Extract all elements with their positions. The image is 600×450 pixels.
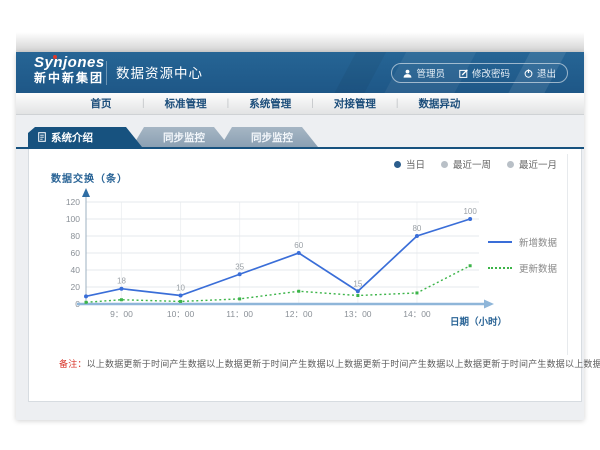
radio-last-week[interactable]: 最近一周 — [441, 157, 491, 171]
svg-text:10: 10 — [176, 284, 185, 293]
user-menu: 管理员 修改密码 退出 — [391, 63, 568, 83]
svg-text:35: 35 — [235, 262, 244, 271]
svg-text:100: 100 — [66, 214, 80, 224]
page-top-sheen — [16, 32, 584, 52]
nav-item-system-mgmt[interactable]: 系统管理 — [229, 96, 311, 111]
power-icon — [524, 69, 533, 78]
svg-text:日期（小时）: 日期（小时） — [450, 316, 507, 328]
legend-label: 更新数据 — [519, 261, 557, 275]
user-account-button[interactable]: 管理员 — [403, 66, 445, 80]
tab-label: 同步监控 — [163, 130, 205, 145]
radio-label: 当日 — [406, 157, 425, 171]
legend-label: 新增数据 — [519, 235, 557, 249]
change-password-button[interactable]: 修改密码 — [459, 66, 510, 80]
tab-label: 系统介绍 — [51, 130, 93, 145]
svg-text:20: 20 — [71, 282, 81, 292]
line-chart: 0204060801001209：0010：0011：0012：0013：001… — [31, 186, 513, 338]
y-axis-title: 数据交换（条） — [51, 170, 128, 185]
tab-sync-monitor-1[interactable]: 同步监控 — [132, 127, 230, 147]
svg-text:60: 60 — [294, 241, 303, 250]
svg-text:15: 15 — [353, 279, 362, 288]
tab-system-intro[interactable]: 系统介绍 — [28, 127, 142, 147]
logo-company-text: 新中新集团 — [34, 72, 105, 85]
svg-text:80: 80 — [412, 224, 421, 233]
time-range-filter: 当日 最近一周 最近一月 — [394, 157, 557, 171]
footnote-text: 以上数据更新于时间产生数据以上数据更新于时间产生数据以上数据更新于时间产生数据以… — [87, 359, 600, 369]
page-title: 数据资源中心 — [116, 52, 203, 93]
svg-text:100: 100 — [463, 207, 477, 216]
footnote: 备注：以上数据更新于时间产生数据以上数据更新于时间产生数据以上数据更新于时间产生… — [59, 357, 600, 370]
svg-text:10：00: 10：00 — [167, 309, 195, 319]
edit-icon — [459, 69, 468, 78]
nav-item-data-changes[interactable]: 数据异动 — [398, 96, 480, 111]
company-logo: Synjones 新中新集团 — [34, 55, 105, 85]
tab-bar: 系统介绍 同步监控 同步监控 — [28, 127, 318, 147]
panel-scroll-divider — [567, 154, 568, 355]
app-header: Synjones 新中新集团 数据资源中心 管理员 — [16, 52, 584, 93]
svg-text:13：00: 13：00 — [344, 309, 372, 319]
tab-sync-monitor-2[interactable]: 同步监控 — [220, 127, 318, 147]
app-window: Synjones 新中新集团 数据资源中心 管理员 — [16, 52, 584, 420]
radio-unselected-icon — [441, 161, 448, 168]
svg-text:120: 120 — [66, 197, 80, 207]
logo-brand-text: Synjones — [34, 55, 105, 72]
svg-text:9：00: 9：00 — [110, 309, 133, 319]
nav-item-home[interactable]: 首页 — [60, 96, 142, 111]
header-decor-streak — [325, 52, 392, 93]
legend-line-dotted-icon — [488, 267, 512, 269]
logo-red-dot — [53, 55, 57, 59]
document-icon — [38, 132, 46, 142]
logout-button[interactable]: 退出 — [524, 66, 556, 80]
chart-legend: 新增数据 更新数据 — [488, 235, 557, 275]
app-screenshot: Synjones 新中新集团 数据资源中心 管理员 — [0, 0, 600, 450]
radio-label: 最近一月 — [519, 157, 557, 171]
radio-last-month[interactable]: 最近一月 — [507, 157, 557, 171]
content-area: 系统介绍 同步监控 同步监控 当日 最近 — [16, 115, 584, 420]
radio-today[interactable]: 当日 — [394, 157, 425, 171]
legend-line-solid-icon — [488, 241, 512, 243]
svg-text:40: 40 — [71, 265, 81, 275]
username-label: 管理员 — [416, 66, 445, 80]
main-nav: 首页 | 标准管理 | 系统管理 | 对接管理 | 数据异动 — [16, 93, 584, 115]
svg-text:11：00: 11：00 — [226, 309, 253, 319]
radio-unselected-icon — [507, 161, 514, 168]
change-password-label: 修改密码 — [472, 66, 510, 80]
header-divider — [106, 61, 107, 85]
logout-label: 退出 — [537, 66, 556, 80]
chart-panel: 当日 最近一周 最近一月 数据交换（条） 0204060801001209：00… — [28, 149, 582, 402]
radio-selected-icon — [394, 161, 401, 168]
tab-label: 同步监控 — [251, 130, 293, 145]
svg-text:60: 60 — [71, 248, 81, 258]
nav-item-integration-mgmt[interactable]: 对接管理 — [314, 96, 396, 111]
svg-text:12：00: 12：00 — [285, 309, 313, 319]
svg-text:14：00: 14：00 — [403, 309, 431, 319]
legend-item-new-data[interactable]: 新增数据 — [488, 235, 557, 249]
footnote-prefix: 备注： — [59, 359, 87, 369]
nav-item-standard-mgmt[interactable]: 标准管理 — [145, 96, 227, 111]
user-icon — [403, 69, 412, 78]
svg-text:18: 18 — [117, 277, 126, 286]
legend-item-updated-data[interactable]: 更新数据 — [488, 261, 557, 275]
radio-label: 最近一周 — [453, 157, 491, 171]
svg-text:80: 80 — [71, 231, 81, 241]
